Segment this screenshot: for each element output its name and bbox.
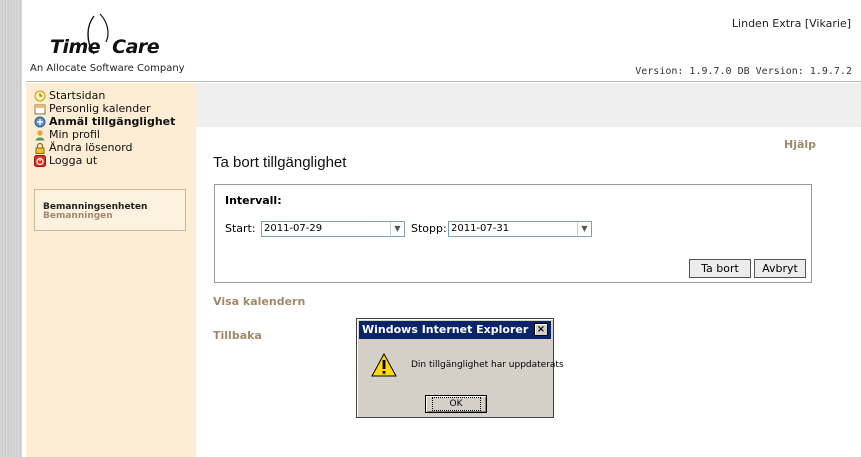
lock-icon <box>34 142 46 154</box>
version-label: Version: 1.9.7.0 DB Version: 1.9.7.2 <box>635 66 852 77</box>
unit-box: Bemanningsenheten Bemanningen <box>34 189 186 231</box>
power-icon <box>34 154 46 167</box>
close-icon[interactable]: × <box>534 323 548 336</box>
help-link[interactable]: Hjälp <box>784 138 816 151</box>
interval-form: Intervall: Start: 2011-07-29 ▼ Stopp: 20… <box>214 184 812 283</box>
timecare-logo: Time Care <box>34 12 174 58</box>
unit-subtitle: Bemanningen <box>43 211 113 221</box>
stop-date-value: 2011-07-31 <box>451 223 510 234</box>
header: Time Care An Allocate Software Company Li… <box>26 0 861 84</box>
window-edge <box>0 0 22 457</box>
sidebar-item-anmal-tillganglighet[interactable]: Anmäl tillgänglighet <box>34 115 175 128</box>
cancel-button[interactable]: Avbryt <box>754 259 806 278</box>
dialog-title: Windows Internet Explorer <box>362 323 529 336</box>
stop-date-select[interactable]: 2011-07-31 ▼ <box>448 221 592 237</box>
tagline: An Allocate Software Company <box>30 63 185 74</box>
sidebar-item-label: Ändra lösenord <box>49 141 133 154</box>
start-date-value: 2011-07-29 <box>264 223 323 234</box>
page-title: Ta bort tillgänglighet <box>213 154 347 171</box>
calendar-icon <box>34 103 46 115</box>
warning-icon <box>371 352 397 377</box>
logo-text-time: Time <box>50 36 101 58</box>
show-calendar-link[interactable]: Visa kalendern <box>213 295 305 308</box>
sidebar-item-label: Startsidan <box>49 89 106 102</box>
delete-button[interactable]: Ta bort <box>689 259 751 278</box>
content-top-band <box>196 83 861 127</box>
sidebar-item-label: Anmäl tillgänglighet <box>49 115 176 128</box>
dialog-titlebar[interactable]: Windows Internet Explorer × <box>359 321 551 339</box>
logo-text-care: Care <box>112 36 160 58</box>
interval-label: Intervall: <box>225 194 282 207</box>
sidebar-item-personlig-kalender[interactable]: Personlig kalender <box>34 102 151 115</box>
sidebar-item-andra-losenord[interactable]: Ändra lösenord <box>34 141 133 154</box>
ok-button-label: OK <box>431 397 481 411</box>
dialog-message: Din tillgänglighet har uppdaterats <box>411 360 564 370</box>
chevron-down-icon[interactable]: ▼ <box>577 222 591 236</box>
back-link[interactable]: Tillbaka <box>213 329 262 342</box>
sidebar-item-startsidan[interactable]: Startsidan <box>34 89 105 102</box>
clock-icon <box>34 90 46 102</box>
sidebar-item-logga-ut[interactable]: Logga ut <box>34 154 97 167</box>
user-label: Linden Extra [Vikarie] <box>731 17 851 30</box>
start-label: Start: <box>225 222 256 235</box>
sidebar: Startsidan Personlig kalender Anmäl till… <box>26 83 196 457</box>
sidebar-item-min-profil[interactable]: Min profil <box>34 128 100 141</box>
alert-dialog: Windows Internet Explorer × Din tillgäng… <box>356 318 564 418</box>
stop-label: Stopp: <box>411 222 447 235</box>
availability-icon <box>34 116 46 128</box>
chevron-down-icon[interactable]: ▼ <box>390 222 404 236</box>
start-date-select[interactable]: 2011-07-29 ▼ <box>261 221 405 237</box>
header-divider <box>26 81 861 82</box>
user-icon <box>34 129 46 141</box>
sidebar-item-label: Logga ut <box>49 154 98 167</box>
sidebar-item-label: Min profil <box>49 128 100 141</box>
sidebar-item-label: Personlig kalender <box>49 102 151 115</box>
ok-button[interactable]: OK <box>425 395 487 413</box>
